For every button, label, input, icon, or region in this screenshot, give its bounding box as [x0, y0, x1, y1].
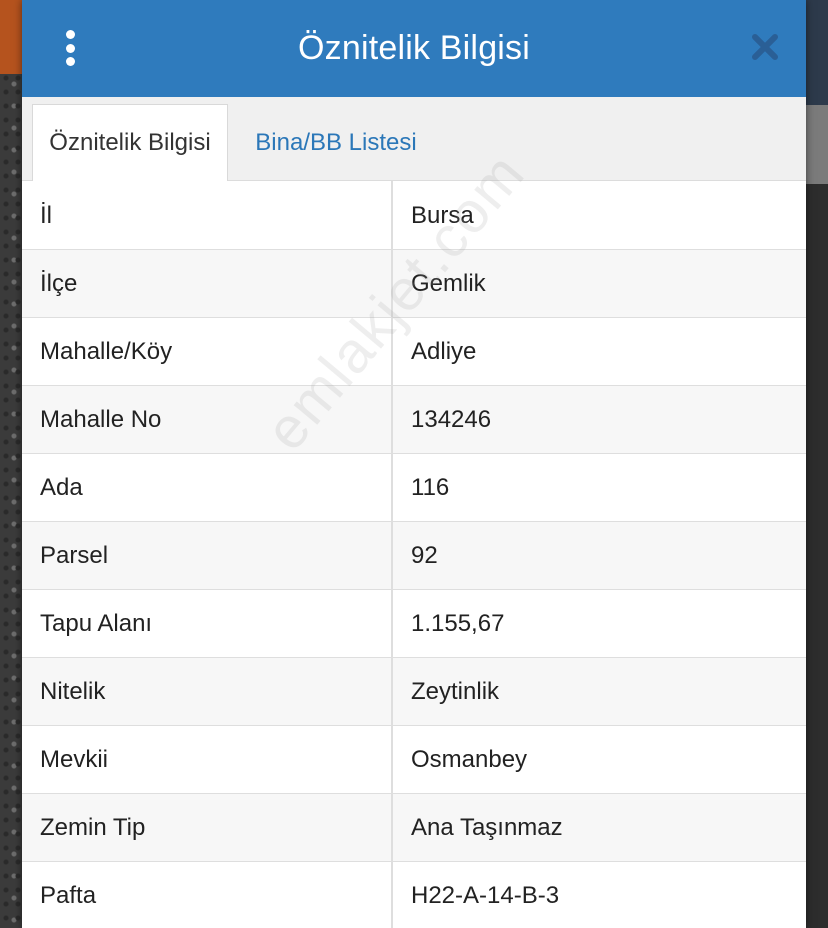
table-row: Ada 116: [22, 453, 806, 522]
row-key: Nitelik: [22, 657, 393, 726]
table-row: Nitelik Zeytinlik: [22, 657, 806, 726]
row-key: Ada: [22, 453, 393, 522]
dialog-title: Öznitelik Bilgisi: [297, 29, 531, 67]
row-value: Ana Taşınmaz: [392, 793, 806, 862]
menu-dot: [65, 57, 75, 66]
table-row: Mahalle/Köy Adliye: [22, 317, 806, 386]
table-row: Tapu Alanı 1.155,67: [22, 589, 806, 658]
kebab-menu-icon[interactable]: [58, 30, 82, 66]
row-value: H22-A-14-B-3: [392, 861, 806, 928]
attribute-table: İl Bursa İlçe Gemlik Mahalle/Köy Adliye Mahall…: [22, 181, 806, 928]
row-value: Bursa: [392, 181, 806, 250]
row-value: 134246: [392, 385, 806, 454]
background-map-edge-right: [806, 0, 828, 928]
menu-dot: [65, 43, 75, 53]
row-key: İl: [22, 181, 393, 250]
dialog-header: Öznitelik Bilgisi: [22, 0, 806, 97]
row-key: Mevkii: [22, 725, 393, 794]
background-map-edge: [0, 0, 22, 74]
row-key: Mahalle/Köy: [22, 317, 393, 386]
row-value: Zeytinlik: [392, 657, 806, 726]
table-row: Pafta H22-A-14-B-3: [22, 861, 806, 928]
row-value: 92: [392, 521, 806, 590]
table-row: Parsel 92: [22, 521, 806, 590]
row-value: 116: [392, 453, 806, 522]
row-key: İlçe: [22, 249, 393, 318]
close-icon[interactable]: [750, 32, 780, 62]
table-row: İlçe Gemlik: [22, 249, 806, 318]
row-value: Osmanbey: [392, 725, 806, 794]
table-row: İl Bursa: [22, 181, 806, 250]
menu-dot: [65, 30, 75, 39]
row-key: Parsel: [22, 521, 393, 590]
tab-bar: Öznitelik Bilgisi Bina/BB Listesi: [22, 97, 806, 181]
table-row: Mahalle No 134246: [22, 385, 806, 454]
table-row: Zemin Tip Ana Taşınmaz: [22, 793, 806, 862]
row-key: Mahalle No: [22, 385, 393, 454]
row-key: Zemin Tip: [22, 793, 393, 862]
table-row: Mevkii Osmanbey: [22, 725, 806, 794]
row-value: Adliye: [392, 317, 806, 386]
row-value: 1.155,67: [392, 589, 806, 658]
row-key: Pafta: [22, 861, 393, 928]
tab-building-list[interactable]: Bina/BB Listesi: [236, 104, 436, 181]
attribute-info-dialog: Öznitelik Bilgisi Öznitelik Bilgisi Bina…: [22, 0, 806, 928]
row-value: Gemlik: [392, 249, 806, 318]
tab-attribute-info[interactable]: Öznitelik Bilgisi: [32, 104, 228, 181]
row-key: Tapu Alanı: [22, 589, 393, 658]
